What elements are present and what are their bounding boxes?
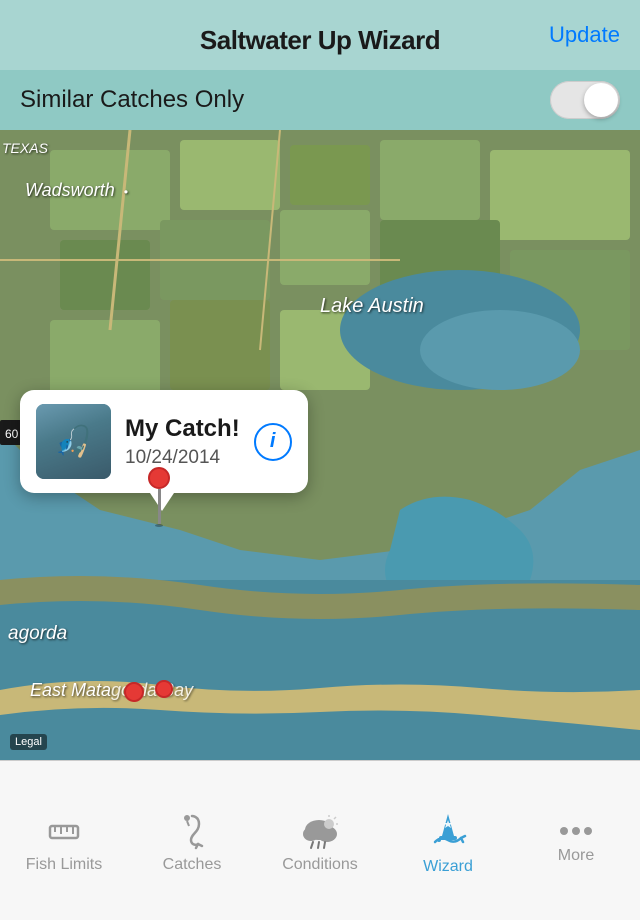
map-pin-1[interactable] (148, 467, 170, 527)
tab-wizard[interactable]: Wizard (384, 761, 512, 920)
toggle-bar: Similar Catches Only (0, 70, 640, 130)
map-legal: Legal (10, 734, 47, 750)
callout-date: 10/24/2014 (125, 447, 240, 469)
tab-bar: Fish Limits Catches Conditions (0, 760, 640, 920)
map-pin-2[interactable] (124, 682, 144, 702)
map-container[interactable]: 60 Wadsworth • Lake Austin TEXAS agorda … (0, 130, 640, 760)
toggle-knob (584, 83, 618, 117)
update-button[interactable]: Update (549, 22, 620, 48)
tab-wizard-label: Wizard (423, 858, 473, 876)
ruler-icon (45, 812, 83, 850)
app-title: Saltwater Up Wizard (200, 25, 440, 56)
callout-title: My Catch! (125, 415, 240, 443)
tab-fish-limits-label: Fish Limits (26, 856, 102, 874)
tab-fish-limits[interactable]: Fish Limits (0, 761, 128, 920)
pin-shadow (155, 524, 163, 527)
tab-catches[interactable]: Catches (128, 761, 256, 920)
callout-text-area: My Catch! 10/24/2014 (125, 415, 240, 469)
tab-conditions[interactable]: Conditions (256, 761, 384, 920)
wizard-icon (427, 810, 469, 852)
pin-stem (158, 489, 161, 524)
cloud-icon (299, 812, 341, 850)
header: Saltwater Up Wizard Update (0, 0, 640, 70)
pin-head-2 (124, 682, 144, 702)
similar-catches-toggle[interactable] (550, 81, 620, 119)
callout-image (36, 404, 111, 479)
tab-more[interactable]: More (512, 761, 640, 920)
pin-head (148, 467, 170, 489)
toggle-label: Similar Catches Only (20, 86, 244, 114)
callout-info-button[interactable]: i (254, 423, 292, 461)
svg-text:60: 60 (5, 427, 19, 441)
tab-catches-label: Catches (163, 856, 222, 874)
tab-conditions-label: Conditions (282, 856, 358, 874)
pin-head-3 (155, 680, 173, 698)
tab-more-label: More (558, 847, 594, 865)
map-pin-3[interactable] (155, 680, 173, 698)
hook-icon (173, 812, 211, 850)
more-dots-icon (557, 821, 595, 841)
